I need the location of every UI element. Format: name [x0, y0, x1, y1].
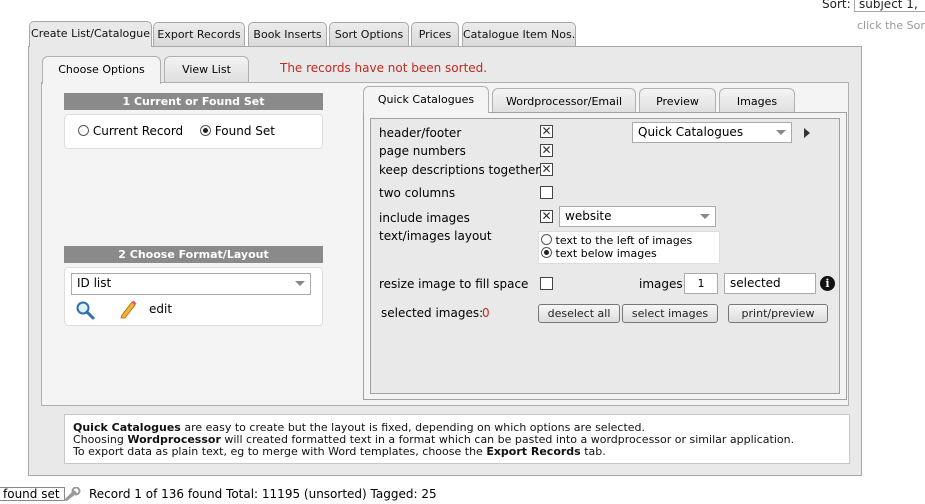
- radio-current-record[interactable]: Current Record: [78, 124, 183, 138]
- chevron-down-icon: [776, 130, 786, 135]
- page-numbers-label: page numbers: [379, 144, 466, 158]
- two-columns-checkbox[interactable]: [540, 186, 553, 199]
- include-images-checkbox[interactable]: ✕: [540, 210, 553, 223]
- found-set-label: Found Set: [214, 124, 275, 138]
- chevron-down-icon: [295, 281, 305, 286]
- header-footer-label: header/footer: [379, 126, 462, 140]
- include-images-label: include images: [379, 211, 470, 225]
- tab-book-inserts[interactable]: Book Inserts: [248, 22, 327, 46]
- tab-preview[interactable]: Preview: [639, 88, 716, 113]
- images-count-field[interactable]: 1: [684, 273, 718, 294]
- magnifier-icon[interactable]: [75, 300, 95, 320]
- sort-label: Sort:: [822, 0, 851, 11]
- radio-text-left[interactable]: text to the left of images: [541, 234, 692, 247]
- section-current-found-title: 1 Current or Found Set: [64, 93, 323, 110]
- tab-catalogue-item-nos[interactable]: Catalogue Item Nos.: [462, 22, 576, 46]
- radio-selected-icon: [541, 247, 552, 258]
- radio-icon: [541, 234, 552, 245]
- template-dropdown[interactable]: Quick Catalogues: [632, 122, 792, 143]
- keep-together-label: keep descriptions together: [379, 163, 541, 177]
- tab-create-list[interactable]: Create List/Catalogue: [29, 21, 152, 47]
- edit-link[interactable]: edit: [149, 302, 172, 316]
- unsorted-warning: The records have not been sorted.: [280, 61, 488, 75]
- sort-field[interactable]: subject 1,: [854, 0, 925, 12]
- tab-sort-options[interactable]: Sort Options: [329, 22, 409, 46]
- two-columns-label: two columns: [379, 186, 456, 200]
- help-export-records: Export Records: [486, 445, 581, 458]
- info-icon[interactable]: i: [820, 276, 835, 291]
- radio-found-set[interactable]: Found Set: [200, 124, 275, 138]
- images-source-value: website: [565, 209, 612, 223]
- tab-wordprocessor-email[interactable]: Wordprocessor/Email: [492, 88, 636, 113]
- radio-text-below[interactable]: text below images: [541, 247, 657, 260]
- help-line-3-text: tab.: [580, 445, 606, 458]
- radio-selected-icon: [200, 125, 211, 136]
- text-left-label: text to the left of images: [555, 234, 693, 247]
- play-arrow-icon[interactable]: [804, 128, 810, 138]
- help-line-3-pre: To export data as plain text, eg to merg…: [73, 445, 487, 458]
- section-format-layout-title: 2 Choose Format/Layout: [64, 246, 323, 263]
- help-text-box: Quick Catalogues are easy to create but …: [64, 414, 850, 464]
- template-value: Quick Catalogues: [638, 125, 744, 139]
- selected-images-label: selected images:: [381, 306, 484, 320]
- text-images-layout-label: text/images layout: [379, 229, 492, 243]
- chevron-down-icon: [700, 214, 710, 219]
- resize-image-checkbox[interactable]: [540, 277, 553, 290]
- format-dropdown[interactable]: ID list: [71, 273, 311, 295]
- tab-prices[interactable]: Prices: [411, 22, 459, 46]
- current-record-label: Current Record: [92, 124, 184, 138]
- text-below-label: text below images: [555, 247, 657, 260]
- header-footer-checkbox[interactable]: ✕: [540, 125, 553, 138]
- tab-view-list[interactable]: View List: [164, 56, 249, 82]
- page-numbers-checkbox[interactable]: ✕: [540, 144, 553, 157]
- sort-hint: click the Sort: [857, 19, 925, 32]
- print-preview-button[interactable]: print/preview: [728, 304, 828, 323]
- deselect-all-button[interactable]: deselect all: [538, 304, 620, 323]
- tab-quick-catalogues[interactable]: Quick Catalogues: [363, 86, 489, 113]
- pencil-icon[interactable]: [118, 299, 138, 319]
- format-value: ID list: [77, 276, 112, 290]
- select-images-button[interactable]: select images: [622, 304, 718, 323]
- images-count-label: images: [639, 277, 683, 291]
- tab-images[interactable]: Images: [719, 88, 795, 113]
- tab-export-records[interactable]: Export Records: [153, 22, 245, 46]
- images-selection-field[interactable]: selected: [724, 273, 816, 294]
- radio-icon: [78, 125, 89, 136]
- keep-together-checkbox[interactable]: ✕: [540, 163, 553, 176]
- selected-images-count: 0: [482, 306, 490, 320]
- tab-choose-options[interactable]: Choose Options: [42, 56, 161, 84]
- images-source-dropdown[interactable]: website: [559, 206, 716, 227]
- resize-image-label: resize image to fill space: [379, 277, 529, 291]
- help-line-3: To export data as plain text, eg to merg…: [73, 446, 841, 458]
